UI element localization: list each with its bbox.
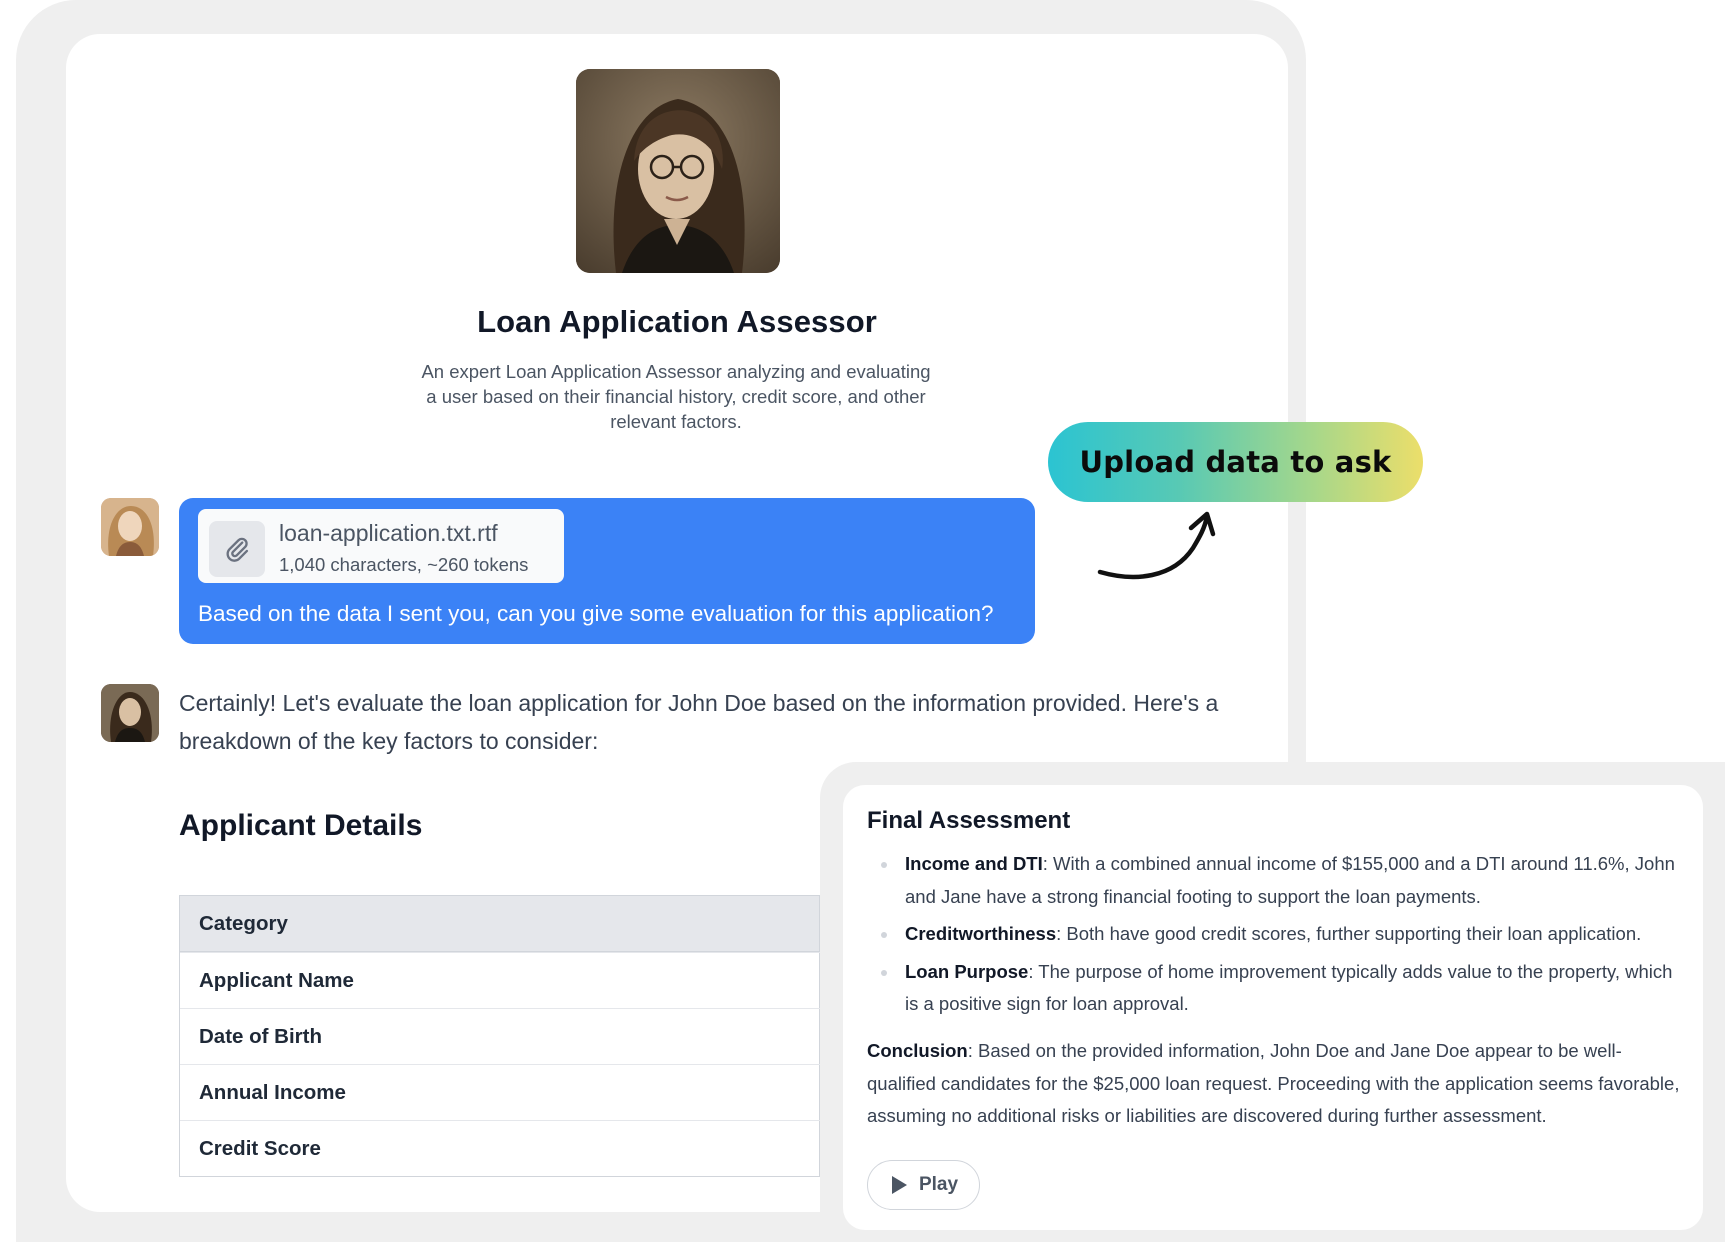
upload-data-cta[interactable]: Upload data to ask — [1048, 422, 1423, 502]
table-cell: Applicant Name — [180, 953, 820, 1008]
table-row: Credit Score — [180, 1120, 840, 1176]
play-button[interactable]: Play — [867, 1160, 980, 1210]
assessment-list: Income and DTI: With a combined annual i… — [867, 848, 1687, 1026]
applicant-details-table: Category Applicant Name Date of Birth An… — [179, 895, 840, 1177]
assistant-description: An expert Loan Application Assessor anal… — [421, 361, 931, 432]
curved-arrow-icon — [1097, 511, 1216, 580]
bullet-icon — [881, 932, 887, 938]
attachment-size: 1,040 characters, ~260 tokens — [279, 554, 529, 575]
attachment-chip[interactable]: loan-application.txt.rtf 1,040 character… — [198, 509, 564, 583]
table-header-cell: Category — [180, 896, 820, 951]
assistant-name: Loan Application Assessor — [477, 304, 877, 339]
table-cell: Date of Birth — [180, 1009, 820, 1064]
list-item: Income and DTI: With a combined annual i… — [867, 848, 1687, 913]
table-row: Annual Income — [180, 1064, 840, 1120]
section-heading: Applicant Details — [179, 809, 423, 842]
assistant-portrait-image — [576, 69, 780, 273]
user-avatar — [101, 498, 159, 556]
user-message-text: Based on the data I sent you, can you gi… — [198, 601, 994, 626]
assistant-avatar-image — [101, 684, 159, 742]
attachment-filename: loan-application.txt.rtf — [279, 520, 498, 546]
final-assessment-title: Final Assessment — [867, 807, 1071, 834]
bullet-icon — [881, 969, 887, 976]
table-cell: Credit Score — [180, 1121, 820, 1176]
table-cell: Annual Income — [180, 1065, 820, 1120]
assistant-portrait — [576, 69, 780, 273]
bullet-icon — [881, 862, 887, 868]
item-label: Income and DTI — [905, 853, 1043, 874]
item-label: Loan Purpose — [905, 960, 1029, 982]
conclusion-label: Conclusion — [867, 1040, 968, 1061]
final-assessment-card: Final Assessment Income and DTI: With a … — [843, 785, 1703, 1230]
play-label: Play — [918, 1174, 959, 1195]
table-row: Applicant Name — [180, 952, 840, 1008]
table-header-row: Category — [180, 896, 840, 952]
item-text: : Both have good credit scores, further … — [1056, 923, 1642, 944]
list-item: Loan Purpose: The purpose of home improv… — [867, 956, 1687, 1021]
user-avatar-image — [101, 498, 159, 556]
assistant-avatar — [101, 684, 159, 742]
conclusion-text: : Based on the provided information, Joh… — [867, 1040, 1680, 1126]
user-message-bubble: loan-application.txt.rtf 1,040 character… — [179, 498, 1035, 644]
conclusion-paragraph: Conclusion: Based on the provided inform… — [867, 1035, 1687, 1133]
assistant-message-text: Certainly! Let's evaluate the loan appli… — [179, 690, 1219, 754]
final-assessment-frame: Final Assessment Income and DTI: With a … — [820, 762, 1725, 1242]
play-icon — [891, 1176, 907, 1194]
table-row: Date of Birth — [180, 1008, 840, 1064]
item-label: Creditworthiness — [905, 923, 1057, 944]
paperclip-icon — [226, 537, 249, 562]
list-item: Creditworthiness: Both have good credit … — [867, 918, 1687, 951]
attachment-icon-box — [209, 521, 265, 577]
